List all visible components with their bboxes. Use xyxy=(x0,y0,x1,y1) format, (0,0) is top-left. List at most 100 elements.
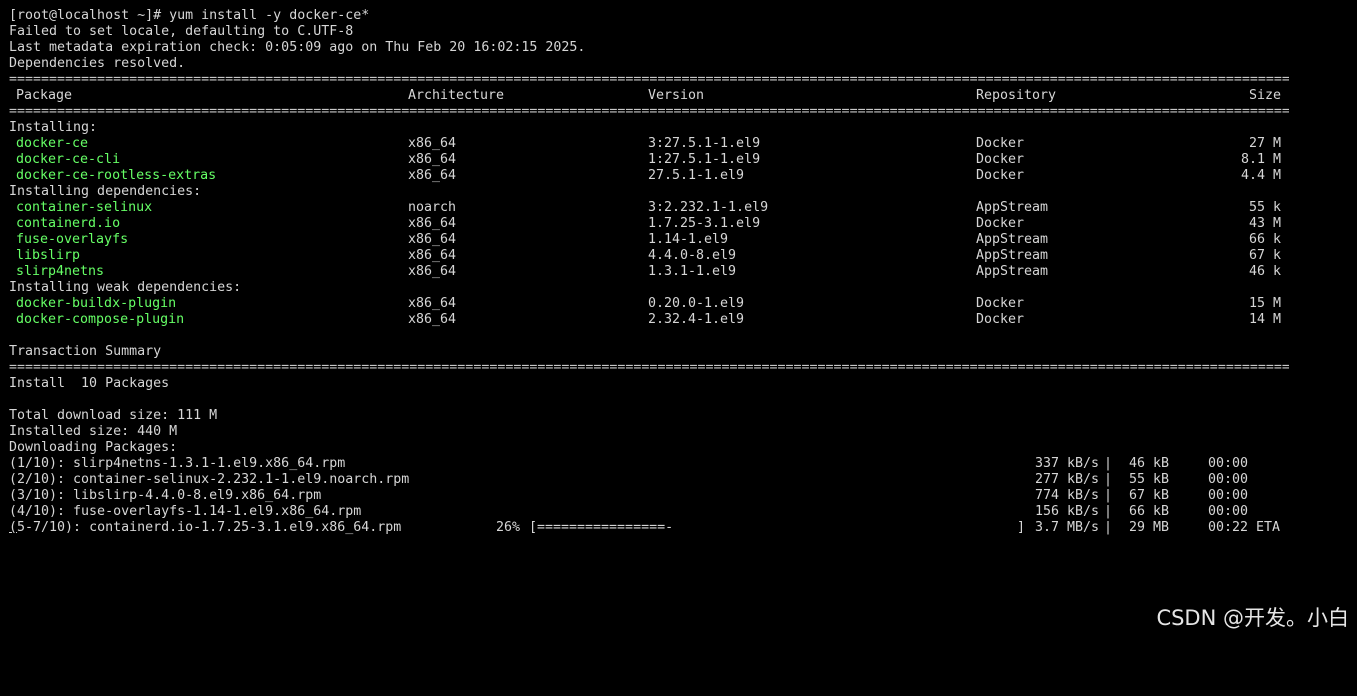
download-size: 66 kB xyxy=(1128,504,1169,519)
package-arch: x86_64 xyxy=(408,152,457,167)
download-file-name: (4/10): fuse-overlayfs-1.14-1.el9.x86_64… xyxy=(9,504,362,519)
package-repo: Docker xyxy=(976,216,1025,231)
download-separator: | xyxy=(1104,504,1113,519)
package-arch: noarch xyxy=(408,200,457,215)
terminal-window[interactable]: [root@localhost ~]# yum install -y docke… xyxy=(0,0,1357,642)
download-progress-percent: 26% xyxy=(496,520,521,535)
download-file-name: (1/10): slirp4netns-1.3.1-1.el9.x86_64.r… xyxy=(9,456,346,471)
package-arch: x86_64 xyxy=(408,264,457,279)
download-progress-size: 29 MB xyxy=(1128,520,1169,535)
package-arch: x86_64 xyxy=(408,136,457,151)
download-time: 00:00 xyxy=(1208,456,1249,471)
package-size: 27 M xyxy=(1248,136,1281,151)
download-separator: | xyxy=(1104,488,1113,503)
package-size: 15 M xyxy=(1248,296,1281,311)
package-version: 1.7.25-3.1.el9 xyxy=(648,216,761,231)
table-row: libslirp x86_64 4.4.0-8.el9 AppStream 67… xyxy=(9,248,1289,264)
download-file-name: (3/10): libslirp-4.4.0-8.el9.x86_64.rpm xyxy=(9,488,322,503)
package-size: 43 M xyxy=(1248,216,1281,231)
download-progress-speed: 3.7 MB/s xyxy=(1034,520,1099,535)
package-arch: x86_64 xyxy=(408,232,457,247)
package-repo: Docker xyxy=(976,152,1025,167)
table-row: docker-ce-cli x86_64 1:27.5.1-1.el9 Dock… xyxy=(9,152,1289,168)
package-name: slirp4netns xyxy=(16,264,105,279)
metadata-check-line: Last metadata expiration check: 0:05:09 … xyxy=(9,40,586,55)
download-progress-name: 5-7/10): containerd.io-1.7.25-3.1.el9.x8… xyxy=(17,520,402,535)
download-speed: 156 kB/s xyxy=(1034,504,1099,519)
package-name: containerd.io xyxy=(16,216,121,231)
package-name: container-selinux xyxy=(16,200,153,215)
download-separator: | xyxy=(1104,456,1113,471)
package-version: 27.5.1-1.el9 xyxy=(648,168,745,183)
download-time: 00:00 xyxy=(1208,488,1249,503)
package-version: 1:27.5.1-1.el9 xyxy=(648,152,761,167)
download-separator: | xyxy=(1104,520,1113,535)
download-size: 46 kB xyxy=(1128,456,1169,471)
table-row: docker-ce x86_64 3:27.5.1-1.el9 Docker 2… xyxy=(9,136,1289,152)
table-row: slirp4netns x86_64 1.3.1-1.el9 AppStream… xyxy=(9,264,1289,280)
package-repo: Docker xyxy=(976,136,1025,151)
table-row: container-selinux noarch 3:2.232.1-1.el9… xyxy=(9,200,1289,216)
package-name: docker-compose-plugin xyxy=(16,312,185,327)
download-size: 67 kB xyxy=(1128,488,1169,503)
package-version: 3:27.5.1-1.el9 xyxy=(648,136,761,151)
install-count-line: Install 10 Packages xyxy=(9,376,170,391)
package-repo: Docker xyxy=(976,168,1025,183)
csdn-watermark: CSDN @开发。小白 xyxy=(1156,606,1349,630)
table-row: docker-buildx-plugin x86_64 0.20.0-1.el9… xyxy=(9,296,1289,312)
package-arch: x86_64 xyxy=(408,296,457,311)
package-repo: AppStream xyxy=(976,200,1049,215)
download-progress-eta: 00:22 ETA xyxy=(1208,520,1281,535)
download-separator: | xyxy=(1104,472,1113,487)
package-size: 55 k xyxy=(1248,200,1281,215)
download-row: (1/10): slirp4netns-1.3.1-1.el9.x86_64.r… xyxy=(9,456,1289,472)
package-arch: x86_64 xyxy=(408,312,457,327)
package-version: 1.3.1-1.el9 xyxy=(648,264,737,279)
header-repository: Repository xyxy=(976,88,1057,103)
package-name: docker-buildx-plugin xyxy=(16,296,177,311)
package-repo: AppStream xyxy=(976,264,1049,279)
downloading-packages-label: Downloading Packages: xyxy=(9,440,178,455)
table-header-row: Package Architecture Version Repository … xyxy=(9,88,1289,104)
package-name: docker-ce xyxy=(16,136,89,151)
header-size: Size xyxy=(1248,88,1281,103)
group-label-installing: Installing: xyxy=(9,120,98,135)
package-version: 1.14-1.el9 xyxy=(648,232,729,247)
package-arch: x86_64 xyxy=(408,248,457,263)
package-size: 66 k xyxy=(1248,232,1281,247)
header-package: Package xyxy=(16,88,73,103)
package-name: libslirp xyxy=(16,248,81,263)
group-label-dependencies: Installing dependencies: xyxy=(9,184,202,199)
header-version: Version xyxy=(648,88,705,103)
package-name: docker-ce-rootless-extras xyxy=(16,168,217,183)
download-progress-bar-open: [ xyxy=(529,520,538,535)
download-file-name: (2/10): container-selinux-2.232.1-1.el9.… xyxy=(9,472,410,487)
package-repo: Docker xyxy=(976,296,1025,311)
package-size: 4.4 M xyxy=(1240,168,1281,183)
summary-rule: ========================================… xyxy=(9,360,1289,375)
package-size: 8.1 M xyxy=(1240,152,1281,167)
installed-size-line: Installed size: 440 M xyxy=(9,424,178,439)
package-repo: AppStream xyxy=(976,248,1049,263)
header-architecture: Architecture xyxy=(408,88,505,103)
table-row: docker-ce-rootless-extras x86_64 27.5.1-… xyxy=(9,168,1289,184)
download-row: (2/10): container-selinux-2.232.1-1.el9.… xyxy=(9,472,1289,488)
package-size: 14 M xyxy=(1248,312,1281,327)
package-arch: x86_64 xyxy=(408,216,457,231)
table-row: containerd.io x86_64 1.7.25-3.1.el9 Dock… xyxy=(9,216,1289,232)
download-progress-row: (5-7/10): containerd.io-1.7.25-3.1.el9.x… xyxy=(9,520,1289,536)
download-time: 00:00 xyxy=(1208,504,1249,519)
package-version: 3:2.232.1-1.el9 xyxy=(648,200,769,215)
transaction-summary-heading: Transaction Summary xyxy=(9,344,162,359)
package-size: 67 k xyxy=(1248,248,1281,263)
table-header-rule: ========================================… xyxy=(9,104,1289,119)
download-row: (3/10): libslirp-4.4.0-8.el9.x86_64.rpm … xyxy=(9,488,1289,504)
package-name: fuse-overlayfs xyxy=(16,232,129,247)
download-row: (4/10): fuse-overlayfs-1.14-1.el9.x86_64… xyxy=(9,504,1289,520)
package-repo: Docker xyxy=(976,312,1025,327)
download-progress-bar-fill: ================- xyxy=(537,520,674,535)
package-version: 4.4.0-8.el9 xyxy=(648,248,737,263)
terminal-cursor: ( xyxy=(9,520,18,535)
package-arch: x86_64 xyxy=(408,168,457,183)
table-row: fuse-overlayfs x86_64 1.14-1.el9 AppStre… xyxy=(9,232,1289,248)
